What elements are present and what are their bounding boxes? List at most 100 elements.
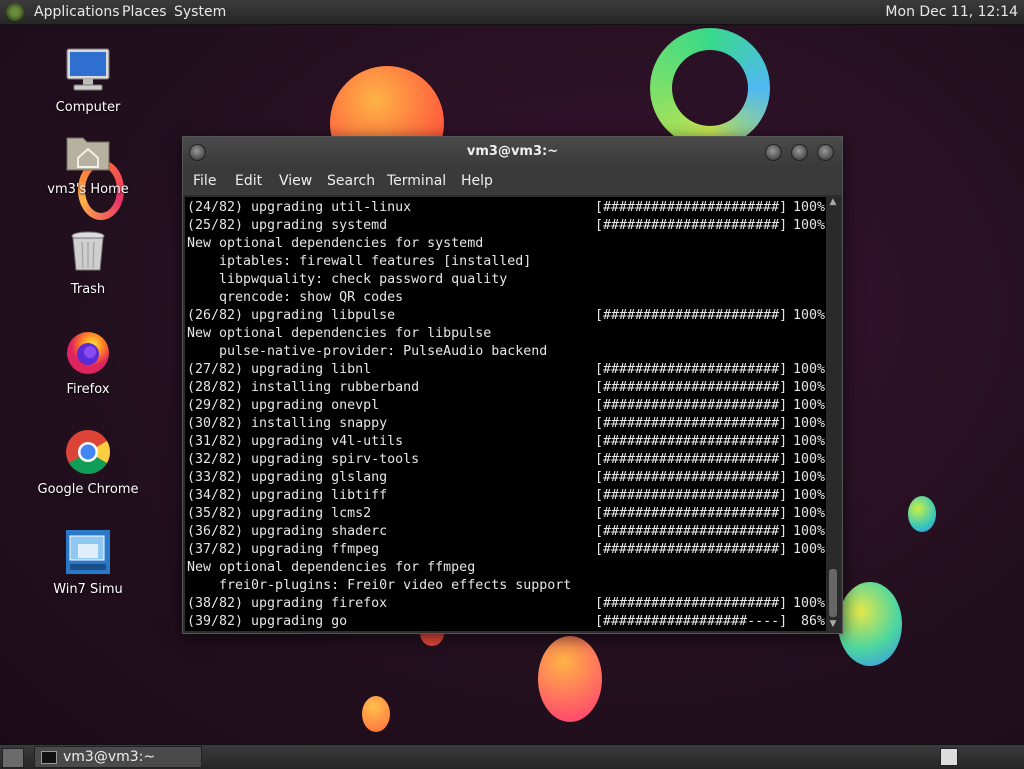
window-title: vm3@vm3:~ (466, 144, 559, 159)
desktop-icon-home[interactable]: vm3's Home (28, 128, 148, 197)
progress-percent: 100% (793, 416, 826, 431)
terminal-window[interactable]: vm3@vm3:~ File Edit View Search Terminal… (182, 136, 843, 634)
wallpaper-ring (650, 28, 770, 148)
terminal-scrollbar[interactable]: ▲ ▼ (826, 197, 840, 631)
menu-search[interactable]: Search (327, 173, 375, 189)
terminal-line: (37/82) upgrading ffmpeg [###############… (187, 541, 825, 559)
terminal-line: (36/82) upgrading shaderc [##############… (187, 523, 825, 541)
progress-percent: 100% (793, 488, 826, 503)
terminal-line-text: (36/82) upgrading shaderc (187, 524, 388, 539)
progress-percent: 86% (793, 614, 826, 629)
terminal-line-text: (34/82) upgrading libtiff (187, 488, 388, 503)
terminal-line-text: (26/82) upgrading libpulse (187, 308, 396, 323)
taskbar-item-terminal[interactable]: vm3@vm3:~ (34, 746, 202, 768)
terminal-line-text: (27/82) upgrading libnl (187, 362, 372, 377)
progress-bar-text: [######################] (595, 380, 788, 395)
clock[interactable]: Mon Dec 11, 12:14 (885, 4, 1018, 20)
desktop-icon-label: Trash (70, 282, 106, 297)
terminal-line-text: (37/82) upgrading ffmpeg (187, 542, 380, 557)
firefox-icon (64, 328, 112, 376)
progress-percent: 100% (793, 434, 826, 449)
terminal-line: (31/82) upgrading v4l-utils [############… (187, 433, 825, 451)
progress-bar-text: [######################] (595, 470, 788, 485)
terminal-line: (30/82) installing snappy [##############… (187, 415, 825, 433)
home-folder-icon (64, 128, 112, 176)
terminal-titlebar[interactable]: vm3@vm3:~ (183, 137, 842, 167)
terminal-line-text: New optional dependencies for libpulse (187, 326, 492, 341)
progress-bar-text: [######################] (595, 524, 788, 539)
progress-percent: 100% (793, 506, 826, 521)
menu-edit[interactable]: Edit (235, 173, 262, 189)
terminal-line-text: New optional dependencies for systemd (187, 236, 484, 251)
desktop-icon-label: Google Chrome (37, 482, 139, 497)
terminal-line-text: pulse-native-provider: PulseAudio backen… (187, 344, 548, 359)
scroll-up-icon[interactable]: ▲ (826, 197, 840, 209)
terminal-output[interactable]: (24/82) upgrading util-linux [###########… (185, 197, 826, 631)
maximize-icon[interactable] (791, 144, 808, 161)
terminal-line-text: (35/82) upgrading lcms2 (187, 506, 372, 521)
menu-places[interactable]: Places (122, 4, 167, 20)
terminal-line: (38/82) upgrading firefox [##############… (187, 595, 825, 613)
bottom-panel: vm3@vm3:~ (0, 744, 1024, 769)
progress-percent: 100% (793, 542, 826, 557)
terminal-line: New optional dependencies for ffmpeg (187, 559, 475, 577)
terminal-line: (39/82) upgrading go [##################-… (187, 613, 825, 631)
top-panel: Applications Places System Mon Dec 11, 1… (0, 0, 1024, 25)
desktop-icon-label: vm3's Home (47, 182, 129, 197)
menu-view[interactable]: View (279, 173, 312, 189)
close-icon[interactable] (817, 144, 834, 161)
scrollbar-thumb[interactable] (829, 569, 837, 617)
progress-percent: 100% (793, 452, 826, 467)
terminal-line-text: (25/82) upgrading systemd (187, 218, 388, 233)
progress-bar-text: [######################] (595, 434, 788, 449)
show-desktop-icon[interactable] (2, 748, 24, 768)
desktop-icon-firefox[interactable]: Firefox (28, 328, 148, 397)
progress-bar-text: [######################] (595, 398, 788, 413)
distro-logo-icon[interactable] (6, 3, 24, 21)
desktop-icon-trash[interactable]: Trash (28, 228, 148, 297)
terminal-line-text: libpwquality: check password quality (187, 272, 508, 287)
menu-file[interactable]: File (193, 173, 216, 189)
menu-system[interactable]: System (174, 4, 226, 20)
desktop-icon-label: Win7 Simu (53, 582, 123, 597)
progress-percent: 100% (793, 596, 826, 611)
terminal-line: (29/82) upgrading onevpl [###############… (187, 397, 825, 415)
win7-simu-icon (64, 528, 112, 576)
terminal-line: New optional dependencies for libpulse (187, 325, 491, 343)
desktop-icon-computer[interactable]: Computer (28, 46, 148, 115)
menu-terminal[interactable]: Terminal (387, 173, 446, 189)
menu-help[interactable]: Help (461, 173, 493, 189)
terminal-line-text: (29/82) upgrading onevpl (187, 398, 380, 413)
terminal-line: (33/82) upgrading glslang [##############… (187, 469, 825, 487)
progress-percent: 100% (793, 380, 826, 395)
window-menu-icon[interactable] (189, 144, 206, 161)
desktop-icon-win7-simu[interactable]: Win7 Simu (28, 528, 148, 597)
progress-percent: 100% (793, 398, 826, 413)
wallpaper-bubble (538, 636, 602, 722)
terminal-line: (24/82) upgrading util-linux [###########… (187, 199, 825, 217)
progress-bar-text: [######################] (595, 200, 788, 215)
terminal-line: (32/82) upgrading spirv-tools [##########… (187, 451, 825, 469)
terminal-menubar: File Edit View Search Terminal Help (183, 167, 842, 195)
desktop-icon-chrome[interactable]: Google Chrome (28, 428, 148, 497)
progress-percent: 100% (793, 362, 826, 377)
computer-icon (64, 46, 112, 94)
scroll-down-icon[interactable]: ▼ (826, 619, 840, 631)
workspace-switcher[interactable] (940, 748, 958, 766)
terminal-icon (41, 751, 57, 764)
terminal-line: (28/82) installing rubberband [##########… (187, 379, 825, 397)
progress-bar-text: [######################] (595, 308, 788, 323)
terminal-line-text: (24/82) upgrading util-linux (187, 200, 412, 215)
trash-icon (64, 228, 112, 276)
terminal-line: (34/82) upgrading libtiff [##############… (187, 487, 825, 505)
progress-bar-text: [######################] (595, 488, 788, 503)
terminal-line: (27/82) upgrading libnl [################… (187, 361, 825, 379)
terminal-line: (25/82) upgrading systemd [##############… (187, 217, 825, 235)
minimize-icon[interactable] (765, 144, 782, 161)
progress-percent: 100% (793, 218, 826, 233)
progress-bar-text: [######################] (595, 596, 788, 611)
terminal-line: libpwquality: check password quality (187, 271, 507, 289)
menu-applications[interactable]: Applications (34, 4, 120, 20)
progress-percent: 100% (793, 308, 826, 323)
wallpaper-bubble (362, 696, 390, 732)
